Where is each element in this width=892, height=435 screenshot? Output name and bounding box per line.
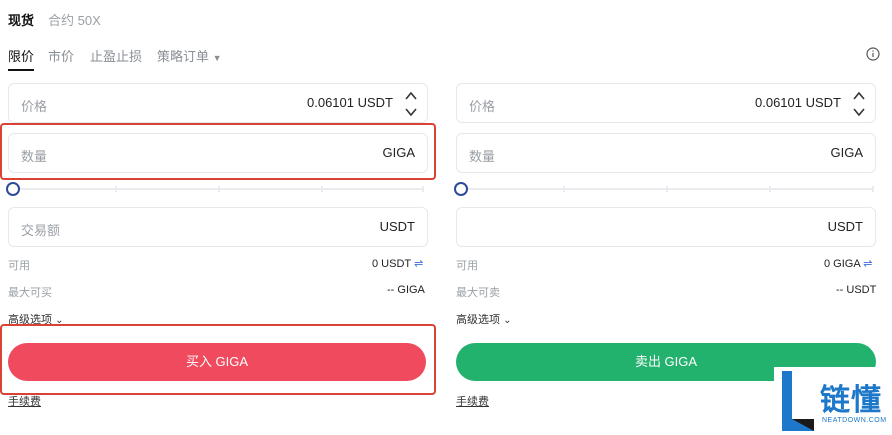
sell-advanced-label: 高级选项	[456, 314, 500, 326]
sell-quantity-field[interactable]: 数量 GIGA	[456, 133, 876, 173]
subtab-limit-underline	[8, 69, 34, 71]
buy-available-amount: 0 USDT	[372, 258, 411, 270]
chevron-up-icon	[405, 91, 417, 100]
sell-max-label: 最大可卖	[456, 287, 500, 299]
subtab-tp-sl[interactable]: 止盈止损	[90, 46, 142, 65]
buy-max-label: 最大可买	[8, 287, 52, 299]
tab-spot[interactable]: 现货	[8, 10, 34, 29]
buy-amount-label: 交易额	[21, 223, 61, 238]
sell-quantity-unit: GIGA	[830, 145, 863, 160]
sell-button-label: 卖出 GIGA	[634, 354, 698, 369]
buy-available-label: 可用	[8, 260, 30, 272]
slider-tick	[115, 186, 117, 192]
buy-max-value: -- GIGA	[387, 284, 425, 296]
chevron-up-icon	[853, 91, 865, 100]
sell-available-label: 可用	[456, 260, 478, 272]
sell-available-value: 0 GIGA ⇌	[824, 257, 872, 270]
sell-amount-field[interactable]: USDT	[456, 207, 876, 247]
sell-slider-handle[interactable]	[454, 182, 468, 196]
sell-fee-link[interactable]: 手续费	[456, 393, 489, 409]
chevron-down-icon	[405, 108, 417, 117]
swap-icon[interactable]: ⇌	[863, 258, 872, 270]
buy-amount-field[interactable]: 交易额 USDT	[8, 207, 428, 247]
sell-price-label: 价格	[469, 99, 496, 114]
chevron-down-icon	[853, 108, 865, 117]
buy-price-field[interactable]: 价格 0.06101 USDT	[8, 83, 428, 123]
subtab-market[interactable]: 市价	[48, 46, 74, 65]
slider-tick	[218, 186, 220, 192]
sell-amount-unit: USDT	[827, 219, 863, 234]
subtab-strategy[interactable]: 策略订单 ▼	[157, 46, 222, 65]
sell-price-value: 0.06101 USDT	[755, 95, 841, 110]
swap-icon[interactable]: ⇌	[414, 258, 423, 270]
slider-tick	[563, 186, 565, 192]
slider-tick	[321, 186, 323, 192]
caret-down-icon: ▼	[212, 53, 222, 63]
watermark-brand: 链懂	[820, 384, 882, 417]
buy-amount-unit: USDT	[379, 219, 415, 234]
sell-price-stepper[interactable]	[851, 87, 867, 121]
watermark-domain: NEATDOWN.COM	[822, 417, 887, 424]
sell-price-field[interactable]: 价格 0.06101 USDT	[456, 83, 876, 123]
buy-price-value: 0.06101 USDT	[307, 95, 393, 110]
slider-tick	[872, 186, 874, 192]
buy-fee-link[interactable]: 手续费	[8, 393, 41, 409]
tab-futures[interactable]: 合约 50X	[48, 10, 101, 29]
chevron-down-icon: ⌄	[503, 315, 512, 326]
sell-quantity-label: 数量	[469, 149, 496, 164]
sell-available-amount: 0 GIGA	[824, 258, 861, 270]
subtab-strategy-label: 策略订单	[157, 49, 210, 64]
highlight-box-quantity	[0, 123, 436, 180]
buy-slider[interactable]	[12, 186, 424, 192]
buy-slider-handle[interactable]	[6, 182, 20, 196]
watermark-logo: 链懂 NEATDOWN.COM	[774, 367, 892, 435]
buy-available-value: 0 USDT ⇌	[372, 257, 423, 270]
subtab-limit[interactable]: 限价	[8, 46, 34, 65]
info-icon[interactable]	[866, 47, 880, 61]
sell-advanced-options[interactable]: 高级选项 ⌄	[456, 311, 511, 327]
highlight-box-buy	[0, 324, 436, 395]
slider-tick	[666, 186, 668, 192]
buy-price-stepper[interactable]	[403, 87, 419, 121]
sell-max-value: -- USDT	[836, 284, 877, 296]
slider-tick	[769, 186, 771, 192]
sell-slider[interactable]	[460, 186, 874, 192]
slider-tick	[422, 186, 424, 192]
l-logo-icon	[782, 371, 814, 431]
buy-price-label: 价格	[21, 99, 48, 114]
